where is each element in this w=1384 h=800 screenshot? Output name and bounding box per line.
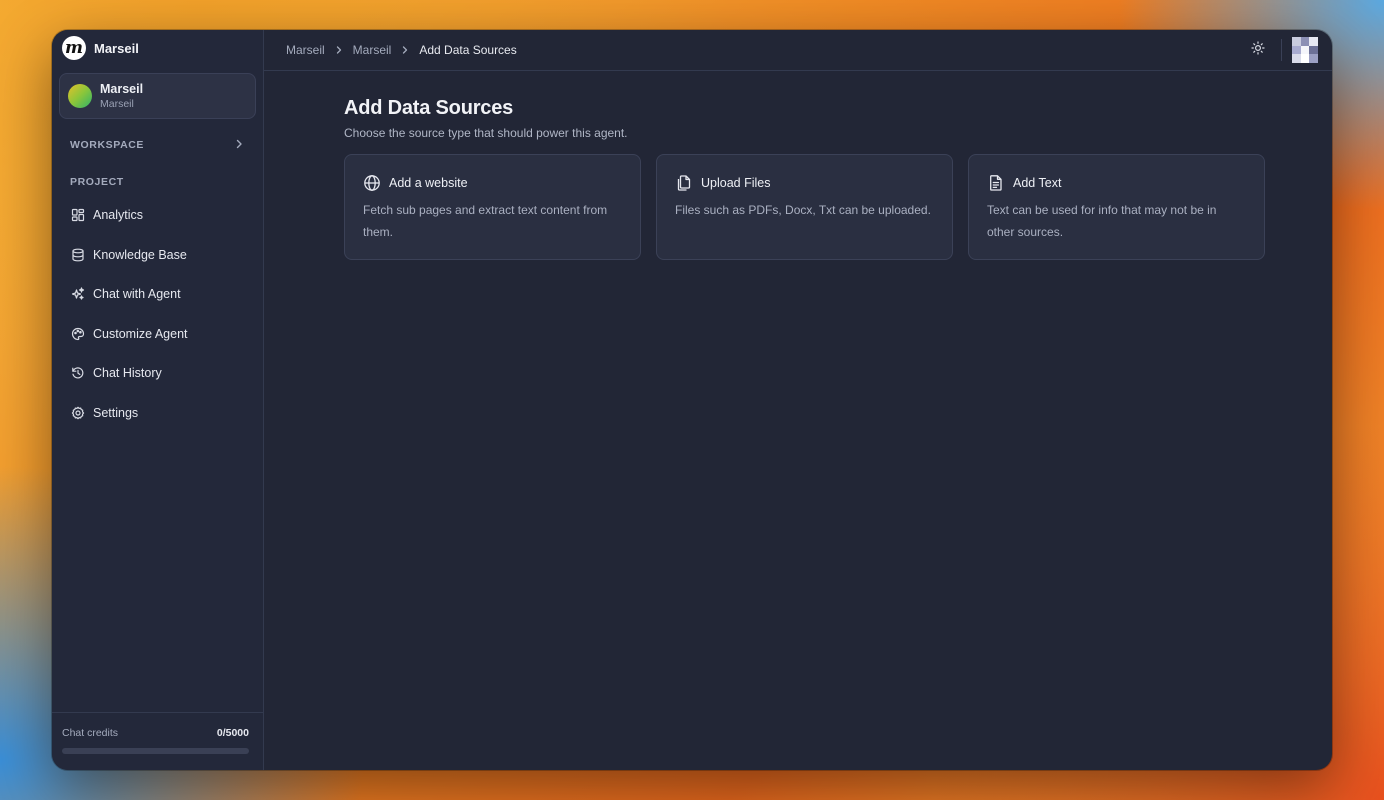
card-title: Add Text: [1013, 176, 1062, 190]
topbar: Marseil Marseil Add Data Sources: [264, 30, 1332, 71]
add-text-card[interactable]: Add Text Text can be used for info that …: [968, 154, 1265, 260]
sidebar-item-chat-history[interactable]: Chat History: [62, 355, 253, 391]
project-switcher[interactable]: Marseil Marseil: [59, 73, 256, 119]
chat-credits: Chat credits 0/5000: [52, 712, 263, 770]
sidebar-item-chat-with-agent[interactable]: Chat with Agent: [62, 276, 253, 312]
topbar-actions: [1245, 37, 1318, 63]
chat-credits-label: Chat credits: [62, 727, 119, 739]
sidebar: m Marseil Marseil Marseil WORKSPACE PROJ…: [52, 30, 264, 770]
palette-icon: [71, 327, 85, 341]
card-title: Upload Files: [701, 176, 771, 190]
grid-icon: [71, 208, 85, 222]
sidebar-item-label: Chat History: [93, 366, 162, 381]
sidebar-item-customize-agent[interactable]: Customize Agent: [62, 316, 253, 352]
project-title: Marseil: [100, 81, 144, 96]
chevron-right-icon: [334, 45, 344, 55]
database-icon: [71, 248, 85, 262]
brand-logo-letter: m: [65, 38, 83, 58]
page-subtitle: Choose the source type that should power…: [344, 126, 628, 140]
brand-logo: m: [62, 36, 86, 60]
card-description: Text can be used for info that may not b…: [987, 203, 1217, 239]
theme-toggle-button[interactable]: [1245, 37, 1271, 63]
breadcrumb-item-workspace[interactable]: Marseil: [286, 43, 325, 57]
card-header: Upload Files: [675, 173, 934, 193]
files-icon: [675, 174, 693, 192]
chat-credits-progress-bar: [62, 748, 249, 754]
sparkles-icon: [71, 287, 85, 301]
project-section-label: PROJECT: [70, 176, 124, 188]
main-area: Marseil Marseil Add Data Sources Add Dat…: [264, 30, 1332, 770]
user-avatar[interactable]: [1292, 37, 1318, 63]
card-title: Add a website: [389, 176, 468, 190]
brand-name: Marseil: [94, 40, 139, 56]
card-description: Fetch sub pages and extract text content…: [363, 203, 608, 239]
sidebar-item-analytics[interactable]: Analytics: [62, 197, 253, 233]
workspace-section-toggle[interactable]: WORKSPACE: [52, 133, 263, 157]
card-header: Add a website: [363, 173, 622, 193]
card-description: Files such as PDFs, Docx, Txt can be upl…: [675, 203, 931, 217]
gear-icon: [71, 406, 85, 420]
app-window: m Marseil Marseil Marseil WORKSPACE PROJ…: [52, 30, 1332, 770]
workspace-section-label: WORKSPACE: [70, 139, 145, 151]
document-text-icon: [987, 174, 1005, 192]
project-subtitle: Marseil: [100, 97, 134, 110]
chevron-right-icon: [400, 45, 410, 55]
sidebar-item-label: Knowledge Base: [93, 247, 187, 262]
history-icon: [71, 366, 85, 380]
sidebar-item-label: Analytics: [93, 208, 144, 222]
topbar-divider: [1281, 39, 1282, 61]
add-website-card[interactable]: Add a website Fetch sub pages and extrac…: [344, 154, 641, 260]
globe-icon: [363, 174, 381, 192]
data-source-cards: Add a website Fetch sub pages and extrac…: [344, 154, 1332, 260]
breadcrumb: Marseil Marseil Add Data Sources: [286, 43, 1245, 57]
sidebar-item-settings[interactable]: Settings: [62, 395, 253, 431]
page-title: Add Data Sources: [344, 97, 514, 119]
sun-icon: [1251, 40, 1265, 60]
sidebar-item-knowledge-base[interactable]: Knowledge Base: [62, 237, 253, 273]
sidebar-item-label: Customize Agent: [93, 326, 188, 341]
chat-credits-value: 0/5000: [216, 727, 249, 739]
page-content: Add Data Sources Choose the source type …: [264, 71, 1332, 770]
sidebar-item-label: Settings: [93, 405, 139, 420]
brand[interactable]: m Marseil: [52, 30, 263, 66]
chat-credits-row: Chat credits 0/5000: [62, 727, 249, 739]
sidebar-item-label: Chat with Agent: [93, 287, 181, 302]
project-avatar: [68, 84, 92, 108]
project-text: Marseil Marseil: [100, 82, 143, 111]
sidebar-nav: Analytics Knowledge Base Chat with Agent…: [52, 197, 263, 435]
card-header: Add Text: [987, 173, 1246, 193]
breadcrumb-item-project[interactable]: Marseil: [353, 43, 392, 57]
chevron-right-icon: [233, 138, 245, 153]
upload-files-card[interactable]: Upload Files Files such as PDFs, Docx, T…: [656, 154, 953, 260]
breadcrumb-item-current: Add Data Sources: [419, 43, 517, 57]
